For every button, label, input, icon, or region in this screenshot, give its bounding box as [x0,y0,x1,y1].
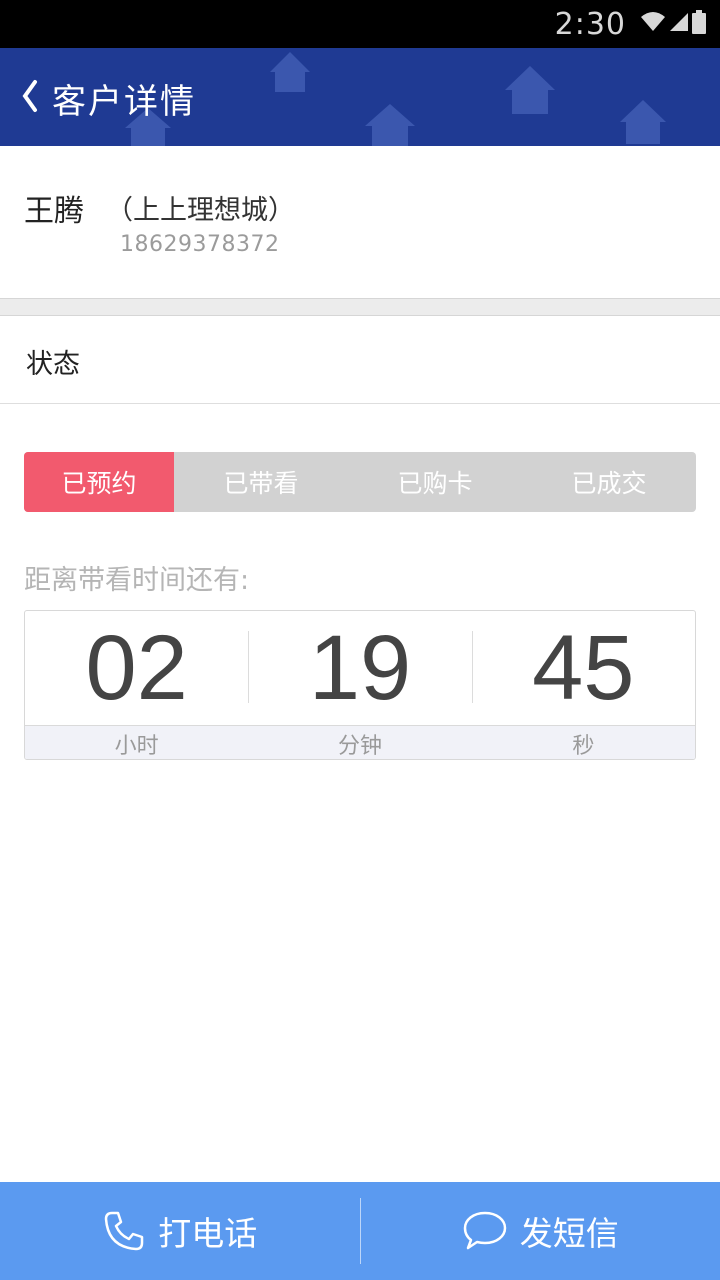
battery-icon [692,10,706,38]
sms-button[interactable]: 发短信 [361,1182,720,1280]
sms-label: 发短信 [519,1214,619,1253]
step-reserved[interactable]: 已预约 [24,452,174,512]
call-button[interactable]: 打电话 [0,1182,360,1280]
customer-phone[interactable]: 18629378372 [120,232,279,257]
customer-project: （上上理想城） [106,195,295,226]
customer-info: 王腾 （上上理想城） 18629378372 [0,146,720,298]
back-chevron-icon[interactable] [20,78,40,114]
status-label: 状态 [26,349,80,380]
wifi-icon [640,11,666,37]
seconds-unit: 秒 [572,733,595,759]
step-deal-closed[interactable]: 已成交 [522,452,696,512]
countdown-minutes: 19 [248,611,471,725]
minutes-unit: 分钟 [337,733,382,759]
countdown-timer: 02 19 45 小时 分钟 秒 [24,610,696,760]
bottom-divider [359,1198,361,1264]
step-card-purchased[interactable]: 已购卡 [348,452,522,512]
countdown-hours: 02 [85,616,188,719]
hours-unit: 小时 [114,733,159,759]
bottom-action-bar: 打电话 发短信 [0,1182,720,1280]
countdown-seconds: 45 [471,611,695,725]
house-yuan-decoration-icon [270,52,310,92]
chat-bubble-icon [463,1211,506,1250]
signal-icon [670,11,688,37]
status-bar: 2:30 [0,0,720,48]
step-viewed[interactable]: 已带看 [174,452,348,512]
house-yuan-decoration-icon [620,100,666,144]
app-header: 客户详情 [0,48,720,146]
status-time: 2:30 [554,6,626,42]
countdown-label: 距离带看时间还有: [24,565,250,596]
status-steps: 已预约 已带看 已购卡 已成交 [24,452,696,512]
house-yuan-decoration-icon [365,104,415,146]
call-label: 打电话 [158,1214,258,1253]
page-title: 客户详情 [52,82,196,122]
section-divider [0,298,720,316]
customer-name: 王腾 [24,194,84,229]
status-section: 状态 [0,316,720,404]
house-yuan-decoration-icon [505,66,555,114]
phone-icon [105,1211,144,1251]
